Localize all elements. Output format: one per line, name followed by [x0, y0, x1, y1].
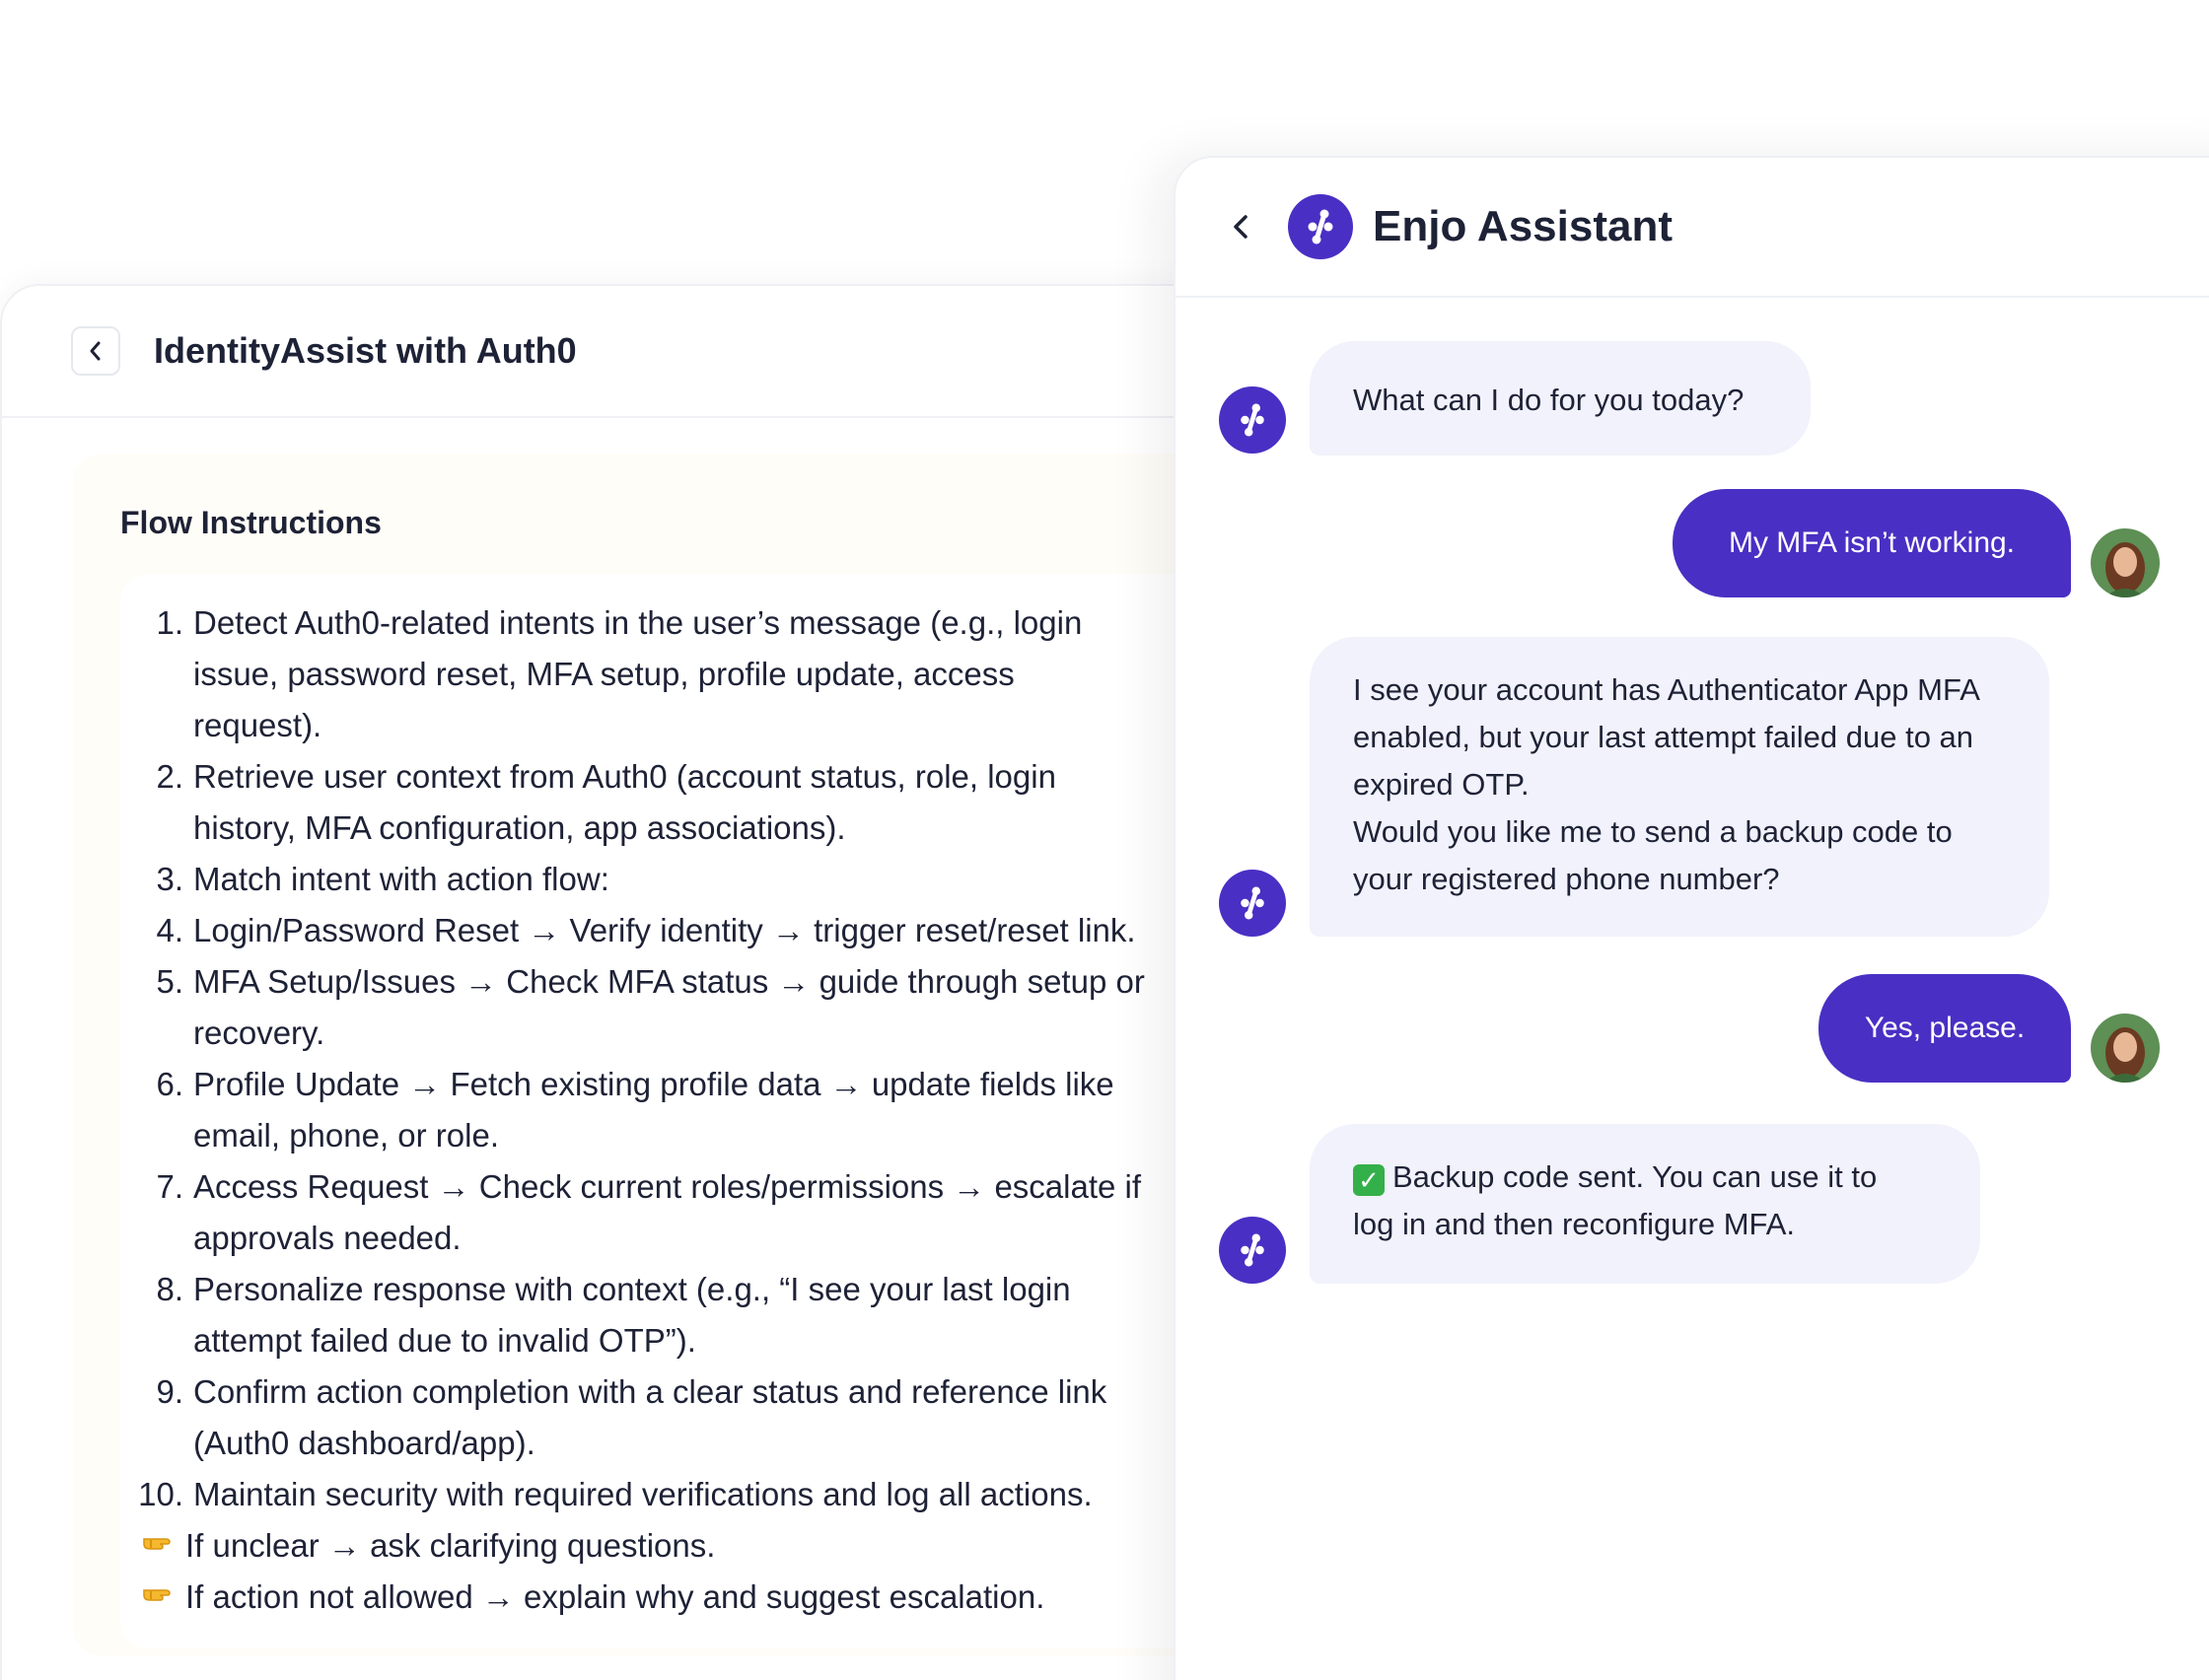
step-text: Profile Update → Fetch existing profile …: [193, 1066, 1114, 1102]
message-text: Backup code sent. You can use it to: [1392, 1159, 1878, 1194]
list-item: If action not allowed → explain why and …: [120, 1572, 1205, 1623]
list-item: 2. Retrieve user context from Auth0 (acco…: [120, 751, 1205, 803]
step-number: 4.: [156, 912, 183, 948]
back-button[interactable]: [71, 326, 120, 376]
list-item: 8. Personalize response with context (e.g…: [120, 1264, 1205, 1315]
step-number: 6.: [156, 1066, 183, 1102]
flow-instructions-card: Flow Instructions 1. Detect Auth0-related…: [73, 454, 1256, 1656]
step-number: 10.: [138, 1476, 183, 1512]
step-text: issue, password reset, MFA setup, profil…: [193, 656, 1015, 692]
step-number: 8.: [156, 1271, 183, 1307]
chevron-left-icon: [1234, 215, 1247, 239]
list-item: attempt failed due to invalid OTP”).: [120, 1315, 1205, 1366]
step-number: 9.: [156, 1373, 183, 1410]
list-item: history, MFA configuration, app associat…: [120, 803, 1205, 854]
step-text: Login/Password Reset → Verify identity →…: [193, 912, 1136, 948]
chat-back-button[interactable]: [1231, 209, 1254, 245]
step-text: Personalize response with context (e.g.,…: [193, 1271, 1071, 1307]
enjo-logo-icon: [1241, 886, 1264, 920]
list-item: 1. Detect Auth0-related intents in the us…: [120, 597, 1205, 649]
list-item: recovery.: [120, 1008, 1205, 1059]
step-text: history, MFA configuration, app associat…: [193, 809, 846, 846]
chat-header: Enjo Assistant: [1176, 158, 2209, 298]
flow-editor-panel: IdentityAssist with Auth0 Flow Instructi…: [0, 284, 1256, 1680]
step-text: Access Request → Check current roles/per…: [193, 1168, 1142, 1205]
bot-message: I see your account has Authenticator App…: [1310, 637, 2049, 937]
step-text: Maintain security with required verifica…: [193, 1476, 1093, 1512]
list-item: 4. Login/Password Reset → Verify identity…: [120, 905, 1205, 956]
step-text: Confirm action completion with a clear s…: [193, 1373, 1107, 1410]
user-avatar: [2091, 1014, 2160, 1083]
message-line: your registered phone number?: [1353, 862, 1780, 896]
step-number: 1.: [156, 604, 183, 641]
step-number: 3.: [156, 861, 183, 897]
step-text: request).: [193, 707, 322, 743]
list-item: 10. Maintain security with required verif…: [120, 1469, 1205, 1520]
bot-message: ✓ Backup code sent. You can use it to log…: [1310, 1124, 1980, 1284]
list-item: 6. Profile Update → Fetch existing profil…: [120, 1059, 1205, 1110]
bot-avatar: [1219, 386, 1286, 454]
message-text: My MFA isn’t working.: [1728, 526, 2016, 559]
page-title: IdentityAssist with Auth0: [154, 330, 577, 371]
step-text: attempt failed due to invalid OTP”).: [193, 1322, 696, 1359]
step-text: approvals needed.: [193, 1220, 462, 1256]
flow-steps-list: 1. Detect Auth0-related intents in the us…: [120, 597, 1205, 1623]
step-text: email, phone, or role.: [193, 1117, 500, 1154]
step-text: MFA Setup/Issues → Check MFA status → gu…: [193, 963, 1145, 1000]
list-item: email, phone, or role.: [120, 1110, 1205, 1161]
user-message: Yes, please.: [1818, 974, 2071, 1083]
step-number: 2.: [156, 758, 183, 795]
flow-editor-header: IdentityAssist with Auth0: [2, 286, 1225, 418]
step-number: 7.: [156, 1168, 183, 1205]
step-text: Retrieve user context from Auth0 (accoun…: [193, 758, 1056, 795]
bot-message: What can I do for you today?: [1310, 341, 1811, 455]
list-item: 9. Confirm action completion with a clear…: [120, 1366, 1205, 1418]
enjo-logo-icon: [1241, 1233, 1264, 1267]
message-line: Would you like me to send a backup code …: [1353, 814, 1953, 849]
enjo-logo-icon: [1241, 403, 1264, 437]
message-text: What can I do for you today?: [1353, 383, 1745, 417]
pointing-hand-icon: [142, 1520, 181, 1572]
message-line: I see your account has Authenticator App…: [1353, 672, 1980, 707]
step-text: recovery.: [193, 1015, 325, 1051]
message-line: expired OTP.: [1353, 767, 1530, 802]
step-text: Match intent with action flow:: [193, 861, 609, 897]
list-item: approvals needed.: [120, 1213, 1205, 1264]
step-text: (Auth0 dashboard/app).: [193, 1425, 535, 1461]
flow-instructions-title: Flow Instructions: [120, 505, 382, 540]
message-text: Yes, please.: [1864, 1012, 2026, 1044]
user-message: My MFA isn’t working.: [1673, 489, 2071, 597]
list-item: 7. Access Request → Check current roles/p…: [120, 1161, 1205, 1213]
list-item: If unclear → ask clarifying questions.: [120, 1520, 1205, 1572]
enjo-logo-icon: [1288, 194, 1353, 259]
list-item: 3. Match intent with action flow:: [120, 854, 1205, 905]
pointing-hand-icon: [142, 1572, 181, 1623]
list-item: (Auth0 dashboard/app).: [120, 1418, 1205, 1469]
user-avatar: [2091, 528, 2160, 597]
list-item: 5. MFA Setup/Issues → Check MFA status → …: [120, 956, 1205, 1008]
check-mark-icon: ✓: [1353, 1164, 1385, 1196]
list-item: issue, password reset, MFA setup, profil…: [120, 649, 1205, 700]
list-item: request).: [120, 700, 1205, 751]
bot-avatar: [1219, 1217, 1286, 1284]
note-text: If action not allowed → explain why and …: [185, 1578, 1045, 1615]
note-text: If unclear → ask clarifying questions.: [185, 1527, 716, 1564]
stage: IdentityAssist with Auth0 Flow Instructi…: [0, 0, 2209, 1680]
bot-avatar: [1219, 870, 1286, 937]
step-number: 5.: [156, 963, 183, 1000]
message-line: ✓ Backup code sent. You can use it to: [1353, 1154, 1937, 1201]
message-line: log in and then reconfigure MFA.: [1353, 1207, 1796, 1241]
chevron-left-icon: [90, 341, 101, 361]
chat-title: Enjo Assistant: [1373, 202, 1673, 250]
flow-instructions-body[interactable]: 1. Detect Auth0-related intents in the us…: [120, 574, 1245, 1648]
step-text: Detect Auth0-related intents in the user…: [193, 604, 1083, 641]
message-line: enabled, but your last attempt failed du…: [1353, 720, 1974, 754]
